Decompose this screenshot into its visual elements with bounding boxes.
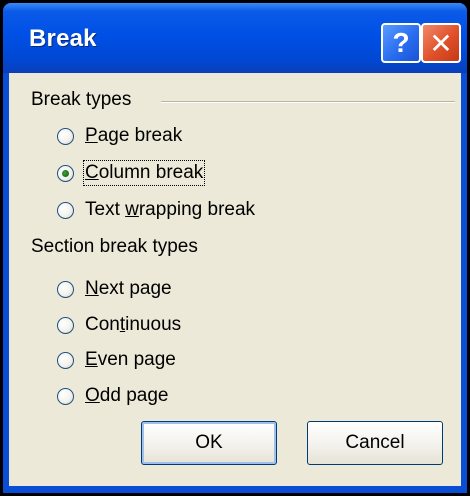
radio-label: Odd page xyxy=(85,385,169,406)
radio-circle[interactable] xyxy=(57,127,74,145)
radio-circle-selected[interactable] xyxy=(57,164,74,182)
cancel-button[interactable]: Cancel xyxy=(307,421,443,465)
radio-odd-page[interactable]: Odd page xyxy=(57,385,168,407)
radio-circle[interactable] xyxy=(57,387,74,405)
radio-label: Next page xyxy=(85,278,172,299)
ok-button[interactable]: OK xyxy=(141,421,277,465)
radio-next-page[interactable]: Next page xyxy=(57,278,172,300)
radio-text-wrapping-break[interactable]: Text wrapping break xyxy=(57,199,255,221)
help-button[interactable]: ? xyxy=(381,23,421,63)
radio-circle[interactable] xyxy=(57,201,74,219)
radio-even-page[interactable]: Even page xyxy=(57,349,176,371)
radio-label: Page break xyxy=(85,125,183,146)
radio-label: Column break xyxy=(82,160,206,186)
break-dialog: Break ? ✕ Break types Page break Column … xyxy=(0,0,470,496)
radio-continuous[interactable]: Continuous xyxy=(57,314,181,336)
break-types-divider xyxy=(161,101,455,103)
radio-column-break[interactable]: Column break xyxy=(57,160,206,186)
close-button[interactable]: ✕ xyxy=(421,23,461,63)
radio-page-break[interactable]: Page break xyxy=(57,125,182,147)
dialog-body: Break types Page break Column break Text… xyxy=(9,73,461,486)
dialog-frame: Break ? ✕ Break types Page break Column … xyxy=(3,3,467,493)
break-types-label: Break types xyxy=(31,89,132,110)
help-icon: ? xyxy=(392,27,410,58)
radio-circle[interactable] xyxy=(57,280,74,298)
dialog-title: Break xyxy=(29,25,97,52)
section-break-types-label: Section break types xyxy=(31,236,198,257)
radio-label: Text wrapping break xyxy=(85,199,256,220)
close-icon: ✕ xyxy=(429,27,453,59)
title-bar[interactable]: Break ? ✕ xyxy=(3,3,467,73)
radio-circle[interactable] xyxy=(57,351,74,369)
radio-circle[interactable] xyxy=(57,316,74,334)
radio-label: Continuous xyxy=(85,314,182,335)
radio-label: Even page xyxy=(85,349,176,370)
